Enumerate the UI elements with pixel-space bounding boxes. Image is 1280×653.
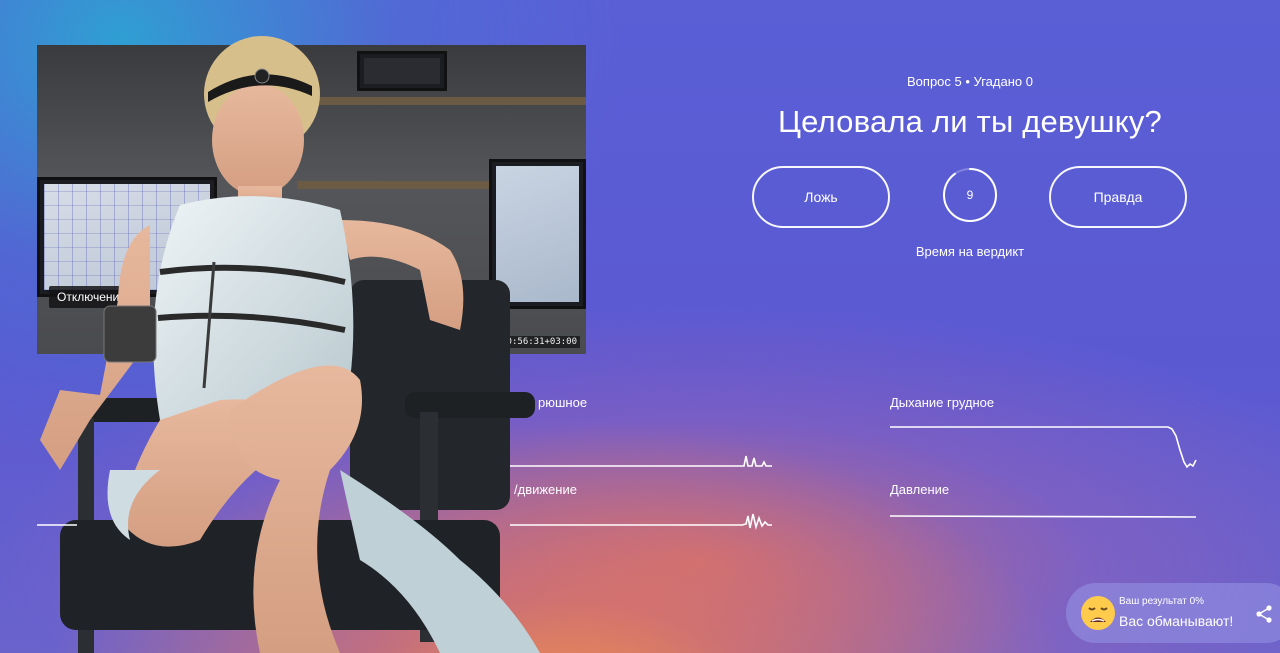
sensor [254, 68, 270, 84]
signal-graph-left-edge [37, 524, 77, 526]
face [212, 84, 304, 196]
signal-label-chest-breathing: Дыхание грудное [890, 395, 995, 410]
weary-face-icon [1081, 596, 1115, 630]
signal-graph-abdominal [510, 455, 772, 467]
subject-photo [40, 36, 540, 653]
true-button[interactable]: Правда [1049, 166, 1187, 228]
signal-graph-pressure [890, 515, 1197, 518]
result-verdict: Вас обманывают! [1119, 613, 1234, 629]
question-progress: Вопрос 5 • Угадано 0 [907, 74, 1033, 89]
signal-label-movement: /движение [514, 482, 577, 497]
result-percent: Ваш результат 0% [1119, 596, 1205, 607]
timer-value: 9 [966, 188, 974, 202]
blood-pressure-cuff [103, 305, 157, 363]
timer-label: Время на вердикт [915, 244, 1025, 259]
signal-label-pressure: Давление [890, 482, 950, 497]
signal-graph-chest-breathing [890, 426, 1197, 469]
question-title: Целовала ли ты девушку? [778, 104, 1162, 139]
countdown-timer: 9 [942, 167, 998, 223]
result-card[interactable]: Ваш результат 0% Вас обманывают! [1066, 583, 1280, 643]
false-button[interactable]: Ложь [752, 166, 890, 228]
signal-label-abdominal: рюшное [538, 395, 588, 410]
signal-graph-movement [510, 513, 772, 530]
share-icon[interactable] [1254, 604, 1274, 624]
